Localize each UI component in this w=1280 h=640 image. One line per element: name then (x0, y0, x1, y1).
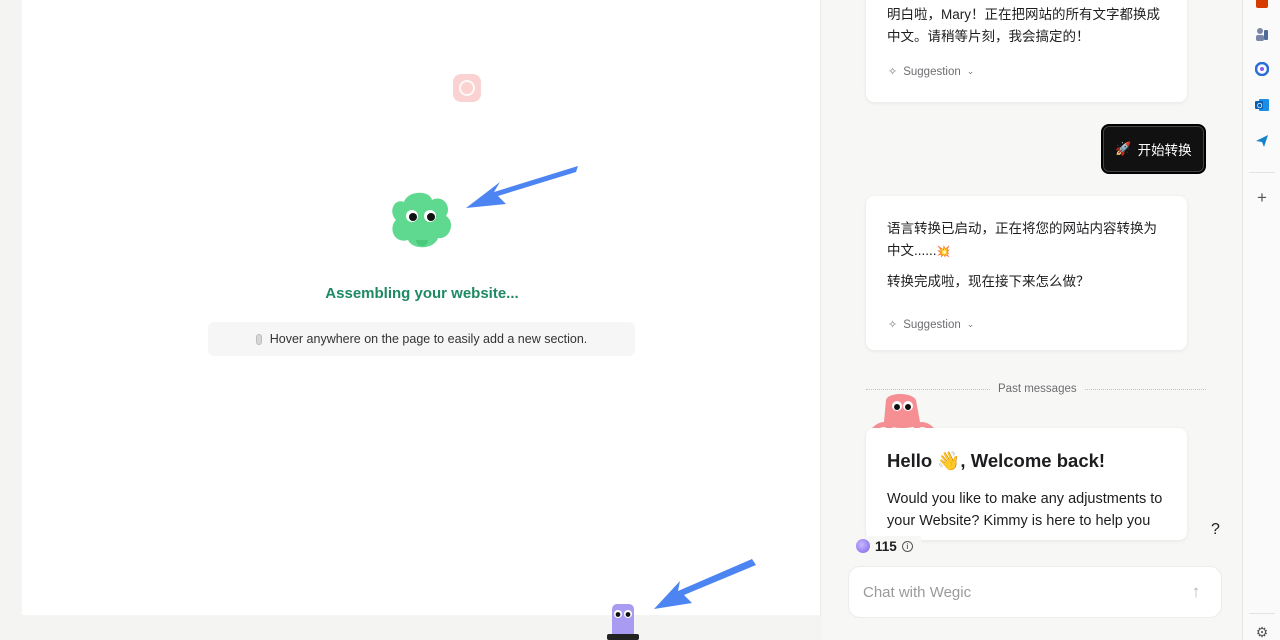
assistant-message: 明白啦，Mary！正在把网站的所有文字都换成 中文。请稍等片刻，我会搞定的！ ✧… (866, 0, 1187, 102)
people-icon[interactable] (1254, 26, 1270, 42)
add-icon[interactable]: + (1254, 188, 1270, 207)
message-text: 转换完成啦，现在接下来怎么做？ (887, 274, 1090, 289)
outlook-icon[interactable]: O (1254, 97, 1270, 113)
start-conversion-button[interactable]: 🚀 开始转换 (1101, 124, 1206, 174)
welcome-body: Would you like to make any adjustments t… (887, 491, 1163, 529)
hover-hint-bar: Hover anywhere on the page to easily add… (208, 322, 635, 356)
rocket-icon: 🚀 (1115, 141, 1132, 156)
settings-icon[interactable]: ⚙ (1254, 624, 1270, 640)
credits-orb-icon (856, 539, 870, 553)
sparkle-icon: ✧ (888, 66, 898, 78)
assembling-status: Assembling your website... (325, 285, 519, 302)
info-icon[interactable]: i (901, 540, 913, 552)
suggestion-toggle[interactable]: ✧ Suggestion ⌄ (888, 65, 975, 79)
send-arrow-icon[interactable]: ↑ (1185, 581, 1207, 603)
help-button[interactable]: ? (1211, 521, 1220, 539)
loading-spinner-icon (453, 74, 481, 102)
message-text: 明白啦，Mary！正在把网站的所有文字都换成 中文。请稍等片刻，我会搞定的！ (887, 7, 1160, 44)
send-icon[interactable] (1254, 133, 1270, 149)
sparkle-icon: ✧ (888, 319, 898, 331)
office-icon[interactable] (1254, 0, 1270, 10)
mouse-icon (255, 333, 262, 345)
chat-input[interactable] (863, 583, 1185, 601)
website-canvas[interactable]: Assembling your website... Hover anywher… (22, 0, 821, 615)
hint-text: Hover anywhere on the page to easily add… (269, 332, 588, 346)
browser-sidebar: O + ⚙ (1242, 0, 1280, 640)
green-mascot-icon (392, 192, 452, 248)
chat-panel: 明白啦，Mary！正在把网站的所有文字都换成 中文。请稍等片刻，我会搞定的！ ✧… (822, 0, 1242, 640)
chat-input-box[interactable]: ↑ (848, 566, 1222, 618)
credits-counter[interactable]: 115 i (856, 536, 921, 556)
annotation-arrow-icon (466, 166, 578, 208)
welcome-title: Hello 👋, Welcome back! (887, 450, 1106, 471)
wave-emoji: 👋 (937, 450, 961, 471)
annotation-arrow-icon (654, 559, 756, 609)
purple-mascot-icon (607, 604, 639, 640)
message-text: 语言转换已启动，正在将您的网站内容转换为 中文......💥 (887, 221, 1157, 258)
chevron-down-icon: ⌄ (966, 319, 975, 329)
assistant-message: 语言转换已启动，正在将您的网站内容转换为 中文......💥 转换完成啦，现在接… (866, 196, 1187, 350)
suggestion-toggle[interactable]: ✧ Suggestion ⌄ (888, 318, 975, 332)
explosion-emoji: 💥 (936, 246, 951, 258)
svg-text:O: O (1257, 103, 1263, 110)
copilot-icon[interactable] (1254, 61, 1270, 77)
chevron-down-icon: ⌄ (966, 66, 975, 76)
welcome-message: Hello 👋, Welcome back! Would you like to… (866, 428, 1187, 540)
